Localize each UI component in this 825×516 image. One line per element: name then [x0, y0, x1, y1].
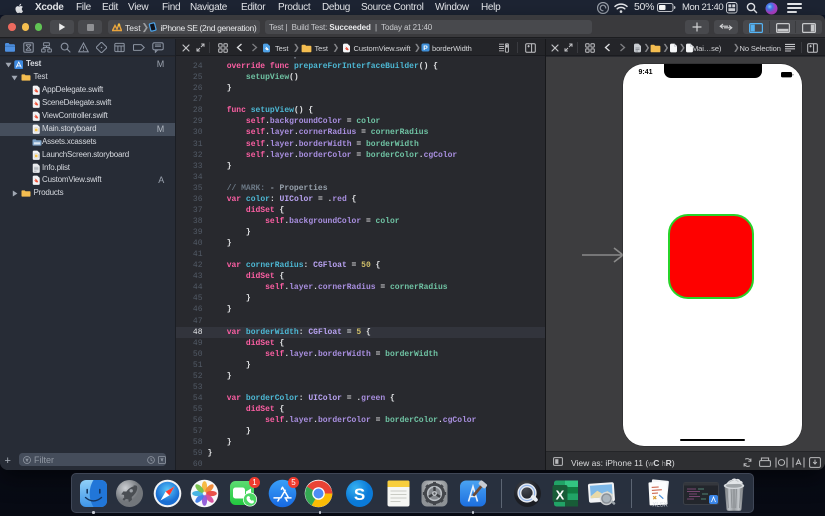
- svg-text:X: X: [555, 488, 564, 503]
- svg-text:XLSX: XLSX: [652, 503, 667, 509]
- svg-text:S: S: [354, 485, 365, 504]
- svg-text:P: P: [423, 45, 428, 52]
